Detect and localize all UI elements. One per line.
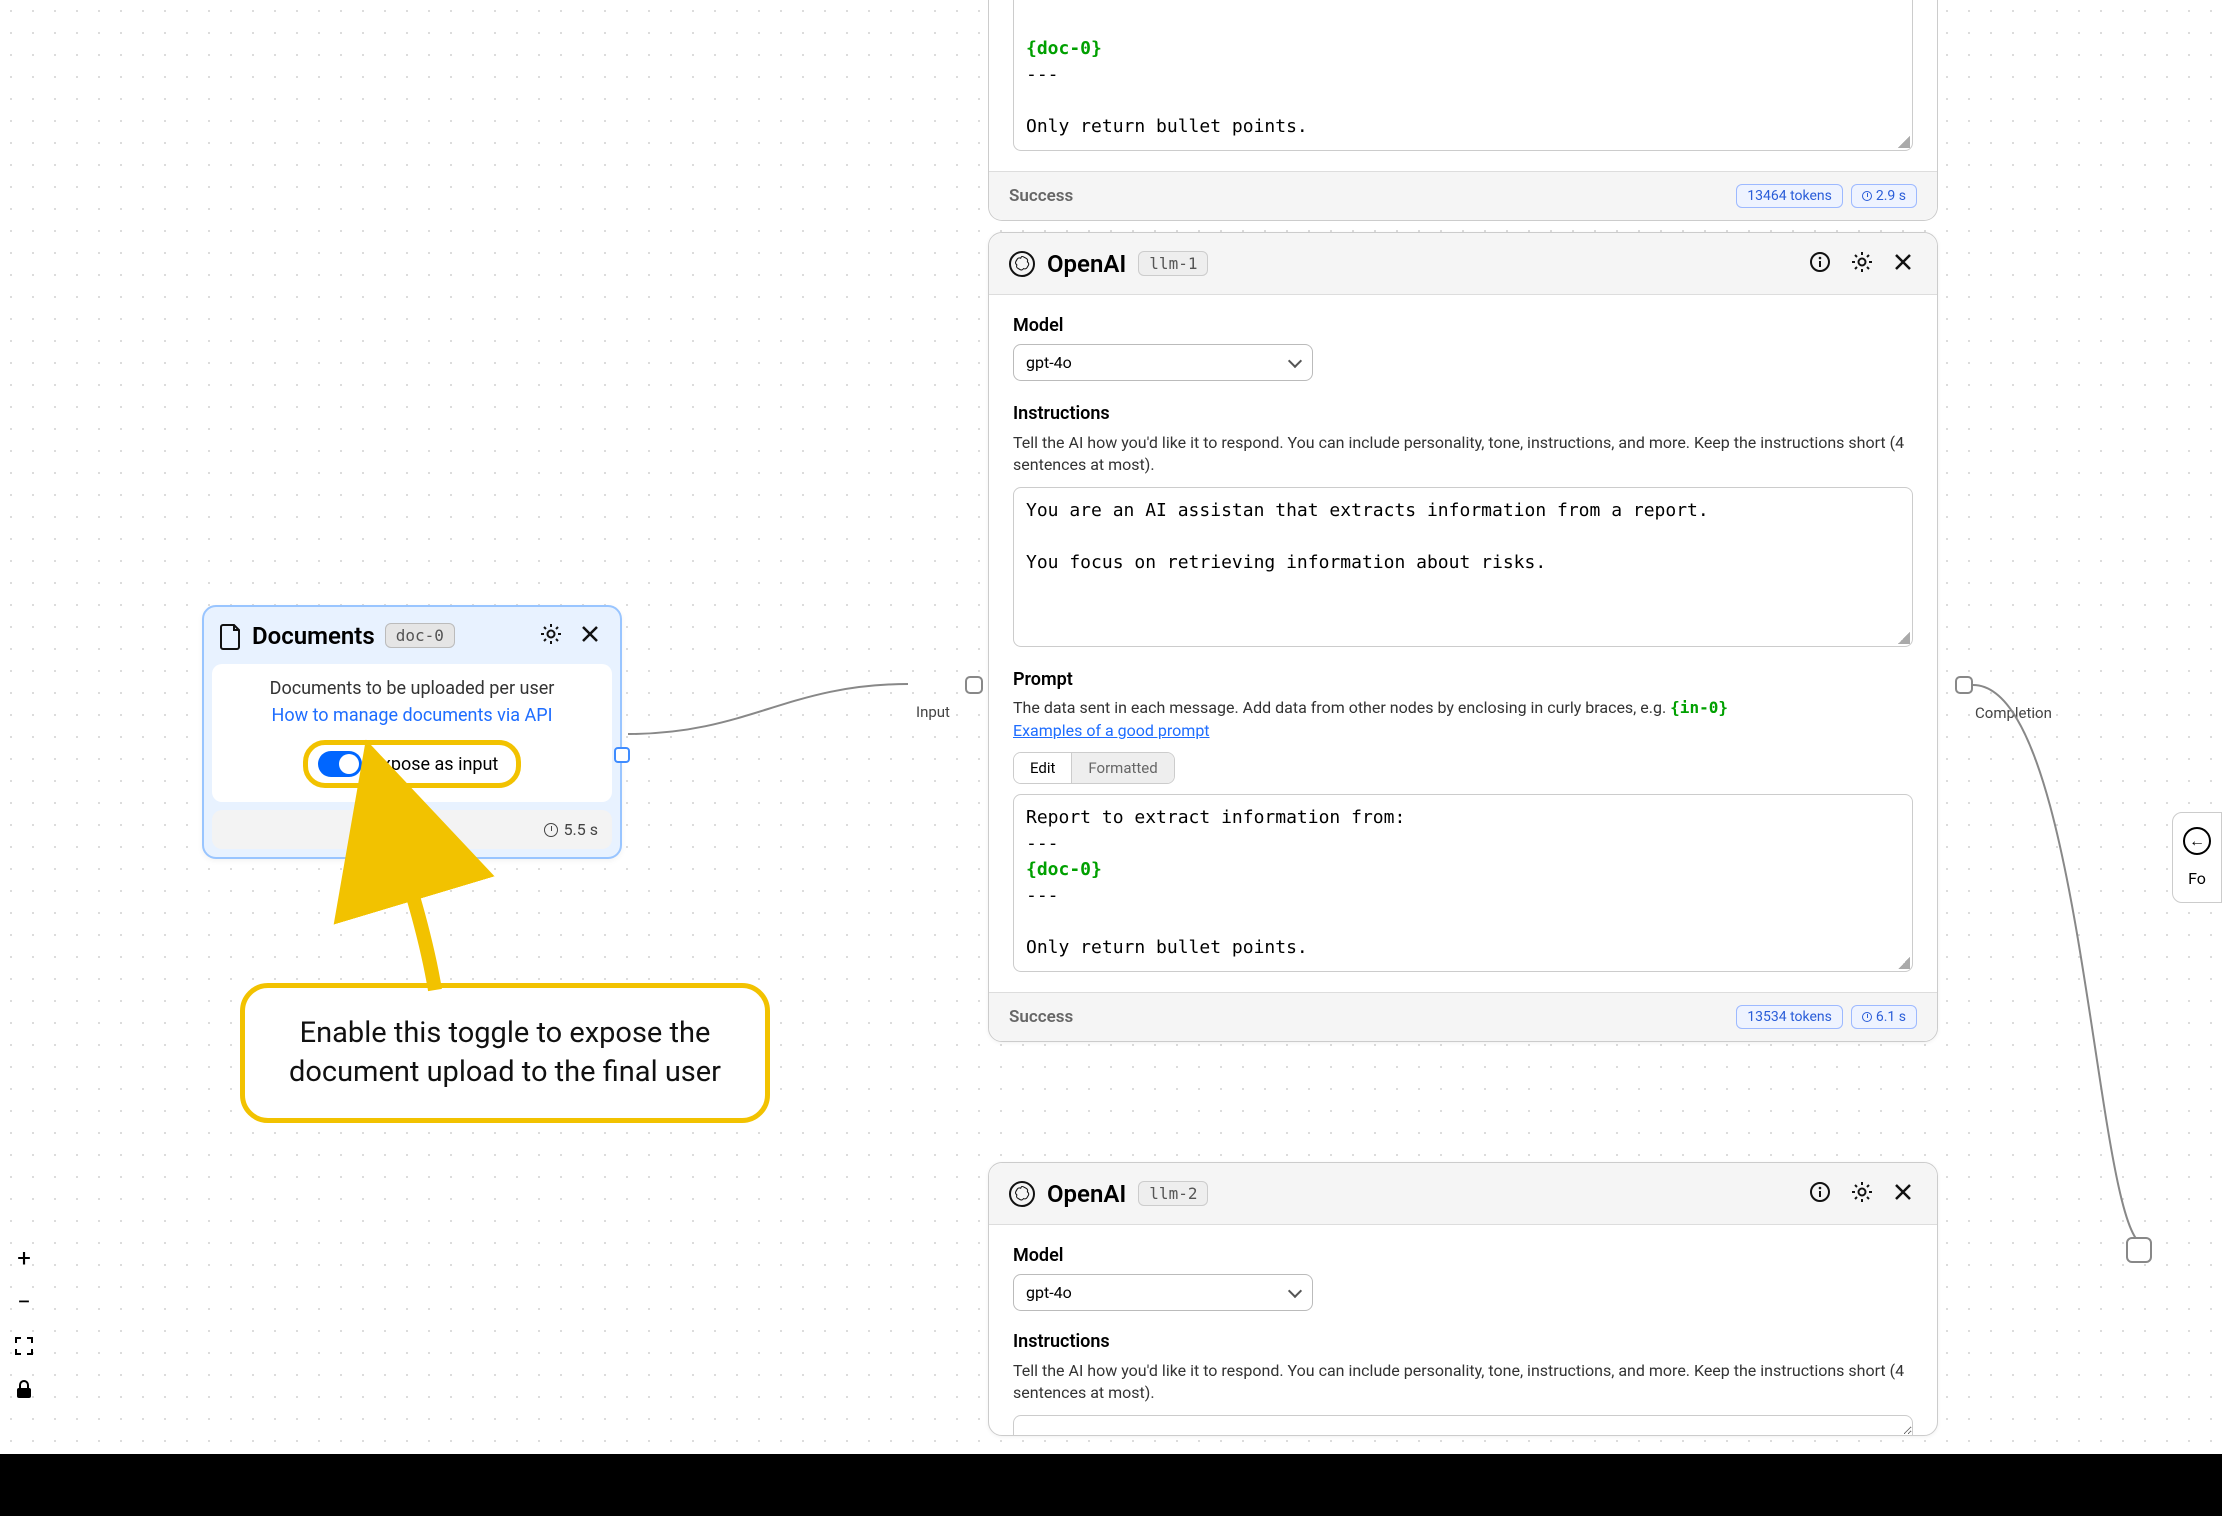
- input-handle[interactable]: [965, 676, 983, 694]
- prompt-help: The data sent in each message. Add data …: [1013, 698, 1913, 717]
- model-label: Model: [1013, 1245, 1913, 1266]
- llm-id-badge: llm-1: [1138, 251, 1208, 276]
- tokens-badge: 13464 tokens: [1736, 184, 1843, 208]
- instructions-label: Instructions: [1013, 1331, 1913, 1352]
- fullscreen-button[interactable]: [10, 1332, 38, 1360]
- resize-grip-icon[interactable]: [1898, 632, 1910, 644]
- openai-logo-icon: [1009, 251, 1035, 277]
- documents-title: Documents: [252, 622, 375, 650]
- document-icon: [220, 623, 242, 649]
- instructions-textarea[interactable]: [1013, 1415, 1913, 1435]
- llm-id-badge: llm-2: [1138, 1181, 1208, 1206]
- output-handle[interactable]: [614, 747, 630, 763]
- expose-input-label: Expose as input: [372, 754, 499, 775]
- llm-node-1[interactable]: OpenAI llm-1 Model gpt-4o Instructions T…: [988, 232, 1938, 1042]
- tokens-badge: 13534 tokens: [1736, 1005, 1843, 1029]
- model-label: Model: [1013, 315, 1913, 336]
- resize-grip-icon[interactable]: [1898, 136, 1910, 148]
- output-handle[interactable]: [2126, 1237, 2152, 1263]
- close-icon[interactable]: [576, 620, 604, 651]
- status-text: Success: [1009, 1007, 1073, 1027]
- zoom-out-button[interactable]: −: [10, 1288, 38, 1316]
- connector-line: [1965, 685, 2165, 1265]
- node-footer: Success 13534 tokens 6.1 s: [989, 992, 1937, 1041]
- clock-icon: [544, 823, 558, 837]
- status-text: Success: [1009, 186, 1073, 206]
- lock-button[interactable]: [10, 1376, 38, 1404]
- tab-edit[interactable]: Edit: [1014, 753, 1072, 783]
- resize-grip-icon[interactable]: [1898, 957, 1910, 969]
- model-select[interactable]: gpt-4o: [1013, 344, 1313, 381]
- examples-link[interactable]: Examples of a good prompt: [1013, 721, 1210, 740]
- gear-icon[interactable]: [1847, 1177, 1877, 1210]
- gear-icon[interactable]: [536, 619, 566, 652]
- documents-id-badge: doc-0: [385, 623, 455, 648]
- documents-node[interactable]: Documents doc-0 Documents to be uploaded…: [202, 605, 622, 859]
- manage-docs-link[interactable]: How to manage documents via API: [272, 705, 553, 726]
- chevron-down-icon: [1288, 353, 1302, 367]
- right-panel: ← Fo: [2172, 812, 2222, 903]
- model-select[interactable]: gpt-4o: [1013, 1274, 1313, 1311]
- instructions-textarea[interactable]: You are an AI assistan that extracts inf…: [1013, 487, 1913, 647]
- documents-subtitle: Documents to be uploaded per user: [226, 678, 598, 699]
- node-footer: Success 13464 tokens 2.9 s: [989, 171, 1937, 220]
- right-panel-label: Fo: [2188, 869, 2206, 888]
- prompt-textarea[interactable]: Report to extract information from: --- …: [1013, 794, 1913, 973]
- llm-node-2[interactable]: OpenAI llm-2 Model gpt-4o Instructions T…: [988, 1162, 1938, 1436]
- input-label: Input: [910, 701, 956, 723]
- clock-icon: [1862, 1012, 1872, 1022]
- info-icon[interactable]: [1805, 1177, 1835, 1210]
- model-value: gpt-4o: [1026, 353, 1072, 372]
- back-arrow-icon[interactable]: ←: [2183, 827, 2211, 855]
- instructions-help: Tell the AI how you'd like it to respond…: [1013, 1360, 1913, 1405]
- instructions-help: Tell the AI how you'd like it to respond…: [1013, 432, 1913, 477]
- connector-line: [628, 684, 908, 764]
- close-icon[interactable]: [1889, 248, 1917, 279]
- openai-logo-icon: [1009, 1181, 1035, 1207]
- chevron-down-icon: [1288, 1283, 1302, 1297]
- zoom-in-button[interactable]: +: [10, 1244, 38, 1272]
- time-badge: 6.1 s: [1851, 1005, 1917, 1029]
- prompt-textarea-partial[interactable]: {doc-0} --- Only return bullet points.: [1013, 0, 1913, 151]
- info-icon[interactable]: [1805, 247, 1835, 280]
- llm-node-partial-top: {doc-0} --- Only return bullet points. S…: [988, 0, 1938, 221]
- expose-input-toggle-wrap: Expose as input: [303, 740, 522, 788]
- documents-footer: 5.5 s: [212, 810, 612, 849]
- llm-name: OpenAI: [1047, 1180, 1126, 1208]
- clock-icon: [1862, 191, 1872, 201]
- gear-icon[interactable]: [1847, 247, 1877, 280]
- prompt-tabs: Edit Formatted: [1013, 752, 1175, 784]
- bottom-bar: [0, 1454, 2222, 1516]
- expose-input-switch[interactable]: [318, 751, 362, 777]
- canvas-toolbar: + −: [6, 1244, 42, 1404]
- prompt-label: Prompt: [1013, 669, 1913, 690]
- instructions-label: Instructions: [1013, 403, 1913, 424]
- model-value: gpt-4o: [1026, 1283, 1072, 1302]
- documents-time: 5.5 s: [564, 820, 598, 839]
- time-badge: 2.9 s: [1851, 184, 1917, 208]
- close-icon[interactable]: [1889, 1178, 1917, 1209]
- llm-name: OpenAI: [1047, 250, 1126, 278]
- annotation-callout: Enable this toggle to expose the documen…: [240, 983, 770, 1123]
- tab-formatted[interactable]: Formatted: [1072, 753, 1173, 783]
